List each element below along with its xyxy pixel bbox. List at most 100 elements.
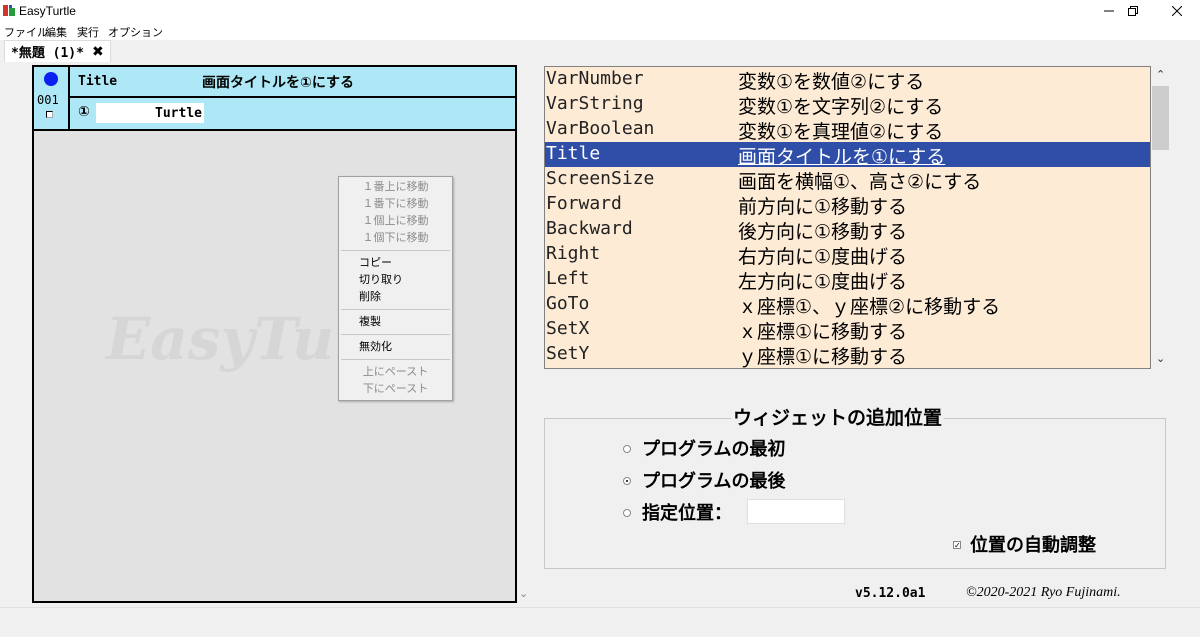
command-description: 変数①を文字列②にする — [738, 96, 944, 118]
main-area: EasyTurtle 001 Title 画面タイトルを①にする ① ⌄ １番上… — [0, 62, 1200, 607]
menu-separator — [341, 309, 450, 310]
menu-separator — [341, 250, 450, 251]
block-bottom-border — [34, 129, 515, 131]
block-number-cell: 001 — [34, 67, 70, 129]
radio-specified-position-label[interactable]: 指定位置： — [642, 499, 732, 525]
app-logo-icon — [3, 5, 15, 16]
command-description: 左方向に①度曲げる — [738, 271, 908, 293]
command-row[interactable]: Backward 後方向に①移動する — [545, 217, 1150, 243]
command-description: ｘ座標①、ｙ座標②に移動する — [738, 296, 1001, 318]
command-list-scrollbar[interactable]: ⌃ ⌄ — [1152, 66, 1169, 369]
tab-close-icon[interactable]: ✖ — [92, 44, 104, 60]
menu-paste-below[interactable]: 下にペースト — [339, 380, 452, 397]
block-id: 001 — [37, 93, 59, 107]
program-scroll-down-icon[interactable]: ⌄ — [519, 587, 528, 600]
window-title: EasyTurtle — [19, 4, 76, 18]
command-name: Right — [546, 243, 601, 264]
context-menu: １番上に移動 １番下に移動 １個上に移動 １個下に移動 コピー 切り取り 削除 … — [338, 176, 453, 401]
program-block[interactable]: 001 Title 画面タイトルを①にする ① — [34, 67, 515, 129]
block-description: 画面タイトルを①にする — [202, 75, 354, 91]
command-row[interactable]: VarNumber 変数①を数値②にする — [545, 67, 1150, 93]
command-name: VarString — [546, 93, 644, 114]
scroll-down-icon[interactable]: ⌄ — [1156, 352, 1165, 365]
radio-program-end-label[interactable]: プログラムの最後 — [642, 467, 785, 493]
menu-file[interactable]: ファイル — [4, 24, 48, 40]
close-window-button[interactable] — [1154, 0, 1200, 22]
block-checkbox[interactable] — [46, 111, 53, 118]
command-description: 後方向に①移動する — [738, 221, 908, 243]
menu-separator — [341, 334, 450, 335]
command-name: GoTo — [546, 293, 590, 314]
scrollbar-thumb[interactable] — [1152, 86, 1169, 150]
menu-delete[interactable]: 削除 — [339, 288, 452, 305]
status-bar — [0, 607, 1200, 637]
command-name: SetX — [546, 318, 590, 339]
scroll-up-icon[interactable]: ⌃ — [1156, 68, 1165, 81]
menu-separator — [341, 359, 450, 360]
auto-adjust-label[interactable]: 位置の自動調整 — [970, 531, 1096, 557]
close-icon — [1172, 6, 1182, 16]
restore-icon — [1128, 6, 1138, 16]
radio-specified-position[interactable] — [623, 509, 631, 517]
radio-program-end[interactable] — [623, 477, 631, 485]
menu-move-down[interactable]: １個下に移動 — [339, 229, 452, 246]
command-row[interactable]: SetY ｙ座標①に移動する — [545, 342, 1150, 368]
specified-position-input[interactable] — [747, 499, 845, 524]
command-row[interactable]: Left 左方向に①度曲げる — [545, 267, 1150, 293]
widget-position-group: ウィジェットの追加位置 プログラムの最初 プログラムの最後 指定位置： ✓ 位置… — [544, 403, 1166, 569]
copyright-label: ©2020-2021 Ryo Fujinami. — [966, 585, 1121, 600]
tab-document[interactable]: *無題 (1)* ✖ — [4, 40, 111, 62]
menu-paste-above[interactable]: 上にペースト — [339, 363, 452, 380]
block-status-dot-icon[interactable] — [44, 72, 58, 86]
auto-adjust-checkbox[interactable]: ✓ — [953, 541, 961, 550]
menu-disable[interactable]: 無効化 — [339, 338, 452, 355]
command-name: Left — [546, 268, 590, 289]
command-description: 前方向に①移動する — [738, 196, 908, 218]
command-description: ｙ座標①に移動する — [738, 346, 908, 368]
radio-program-start-label[interactable]: プログラムの最初 — [642, 435, 785, 461]
restore-button[interactable] — [1110, 0, 1156, 22]
command-name: VarBoolean — [546, 118, 655, 139]
menu-move-top[interactable]: １番上に移動 — [339, 178, 452, 195]
widget-position-title: ウィジェットの追加位置 — [731, 403, 945, 430]
menu-move-up[interactable]: １個上に移動 — [339, 212, 452, 229]
menu-move-bottom[interactable]: １番下に移動 — [339, 195, 452, 212]
command-description: 変数①を真理値②にする — [738, 121, 944, 143]
command-description: 変数①を数値②にする — [738, 71, 925, 93]
command-row[interactable]: GoTo ｘ座標①、ｙ座標②に移動する — [545, 292, 1150, 318]
tab-strip: *無題 (1)* ✖ — [0, 40, 1200, 62]
command-row[interactable]: Right 右方向に①度曲げる — [545, 242, 1150, 268]
title-bar: EasyTurtle — [0, 0, 1200, 22]
block-arg-label: ① — [78, 104, 90, 120]
block-command-name: Title — [78, 74, 118, 89]
command-name: Forward — [546, 193, 622, 214]
radio-program-start[interactable] — [623, 445, 631, 453]
menu-edit[interactable]: 編集 — [45, 24, 67, 40]
menu-copy[interactable]: コピー — [339, 254, 452, 271]
menu-bar: ファイル 編集 実行 オプション — [0, 22, 1200, 40]
command-row[interactable]: Title 画面タイトルを①にする — [545, 142, 1150, 168]
command-name: VarNumber — [546, 68, 644, 89]
command-description: ｘ座標①に移動する — [738, 321, 908, 343]
command-description: 画面を横幅①、高さ②にする — [738, 171, 982, 193]
command-name: ScreenSize — [546, 168, 655, 189]
command-name: SetY — [546, 343, 590, 364]
command-row[interactable]: VarString 変数①を文字列②にする — [545, 92, 1150, 118]
tab-label: *無題 (1)* — [11, 46, 84, 61]
command-list[interactable]: VarNumber 変数①を数値②にする VarString 変数①を文字列②にする V… — [544, 66, 1151, 369]
block-divider — [70, 96, 515, 98]
command-description: 右方向に①度曲げる — [738, 246, 908, 268]
command-name: Backward — [546, 218, 633, 239]
command-row[interactable]: VarBoolean 変数①を真理値②にする — [545, 117, 1150, 143]
block-arg-input[interactable] — [96, 103, 204, 123]
menu-options[interactable]: オプション — [108, 24, 163, 40]
command-row[interactable]: ScreenSize 画面を横幅①、高さ②にする — [545, 167, 1150, 193]
menu-cut[interactable]: 切り取り — [339, 271, 452, 288]
command-description: 画面タイトルを①にする — [738, 146, 946, 168]
version-label: v5.12.0a1 — [855, 586, 926, 601]
command-row[interactable]: Forward 前方向に①移動する — [545, 192, 1150, 218]
command-row[interactable]: SetX ｘ座標①に移動する — [545, 317, 1150, 343]
command-name: Title — [546, 143, 601, 164]
menu-duplicate[interactable]: 複製 — [339, 313, 452, 330]
menu-run[interactable]: 実行 — [77, 24, 99, 40]
